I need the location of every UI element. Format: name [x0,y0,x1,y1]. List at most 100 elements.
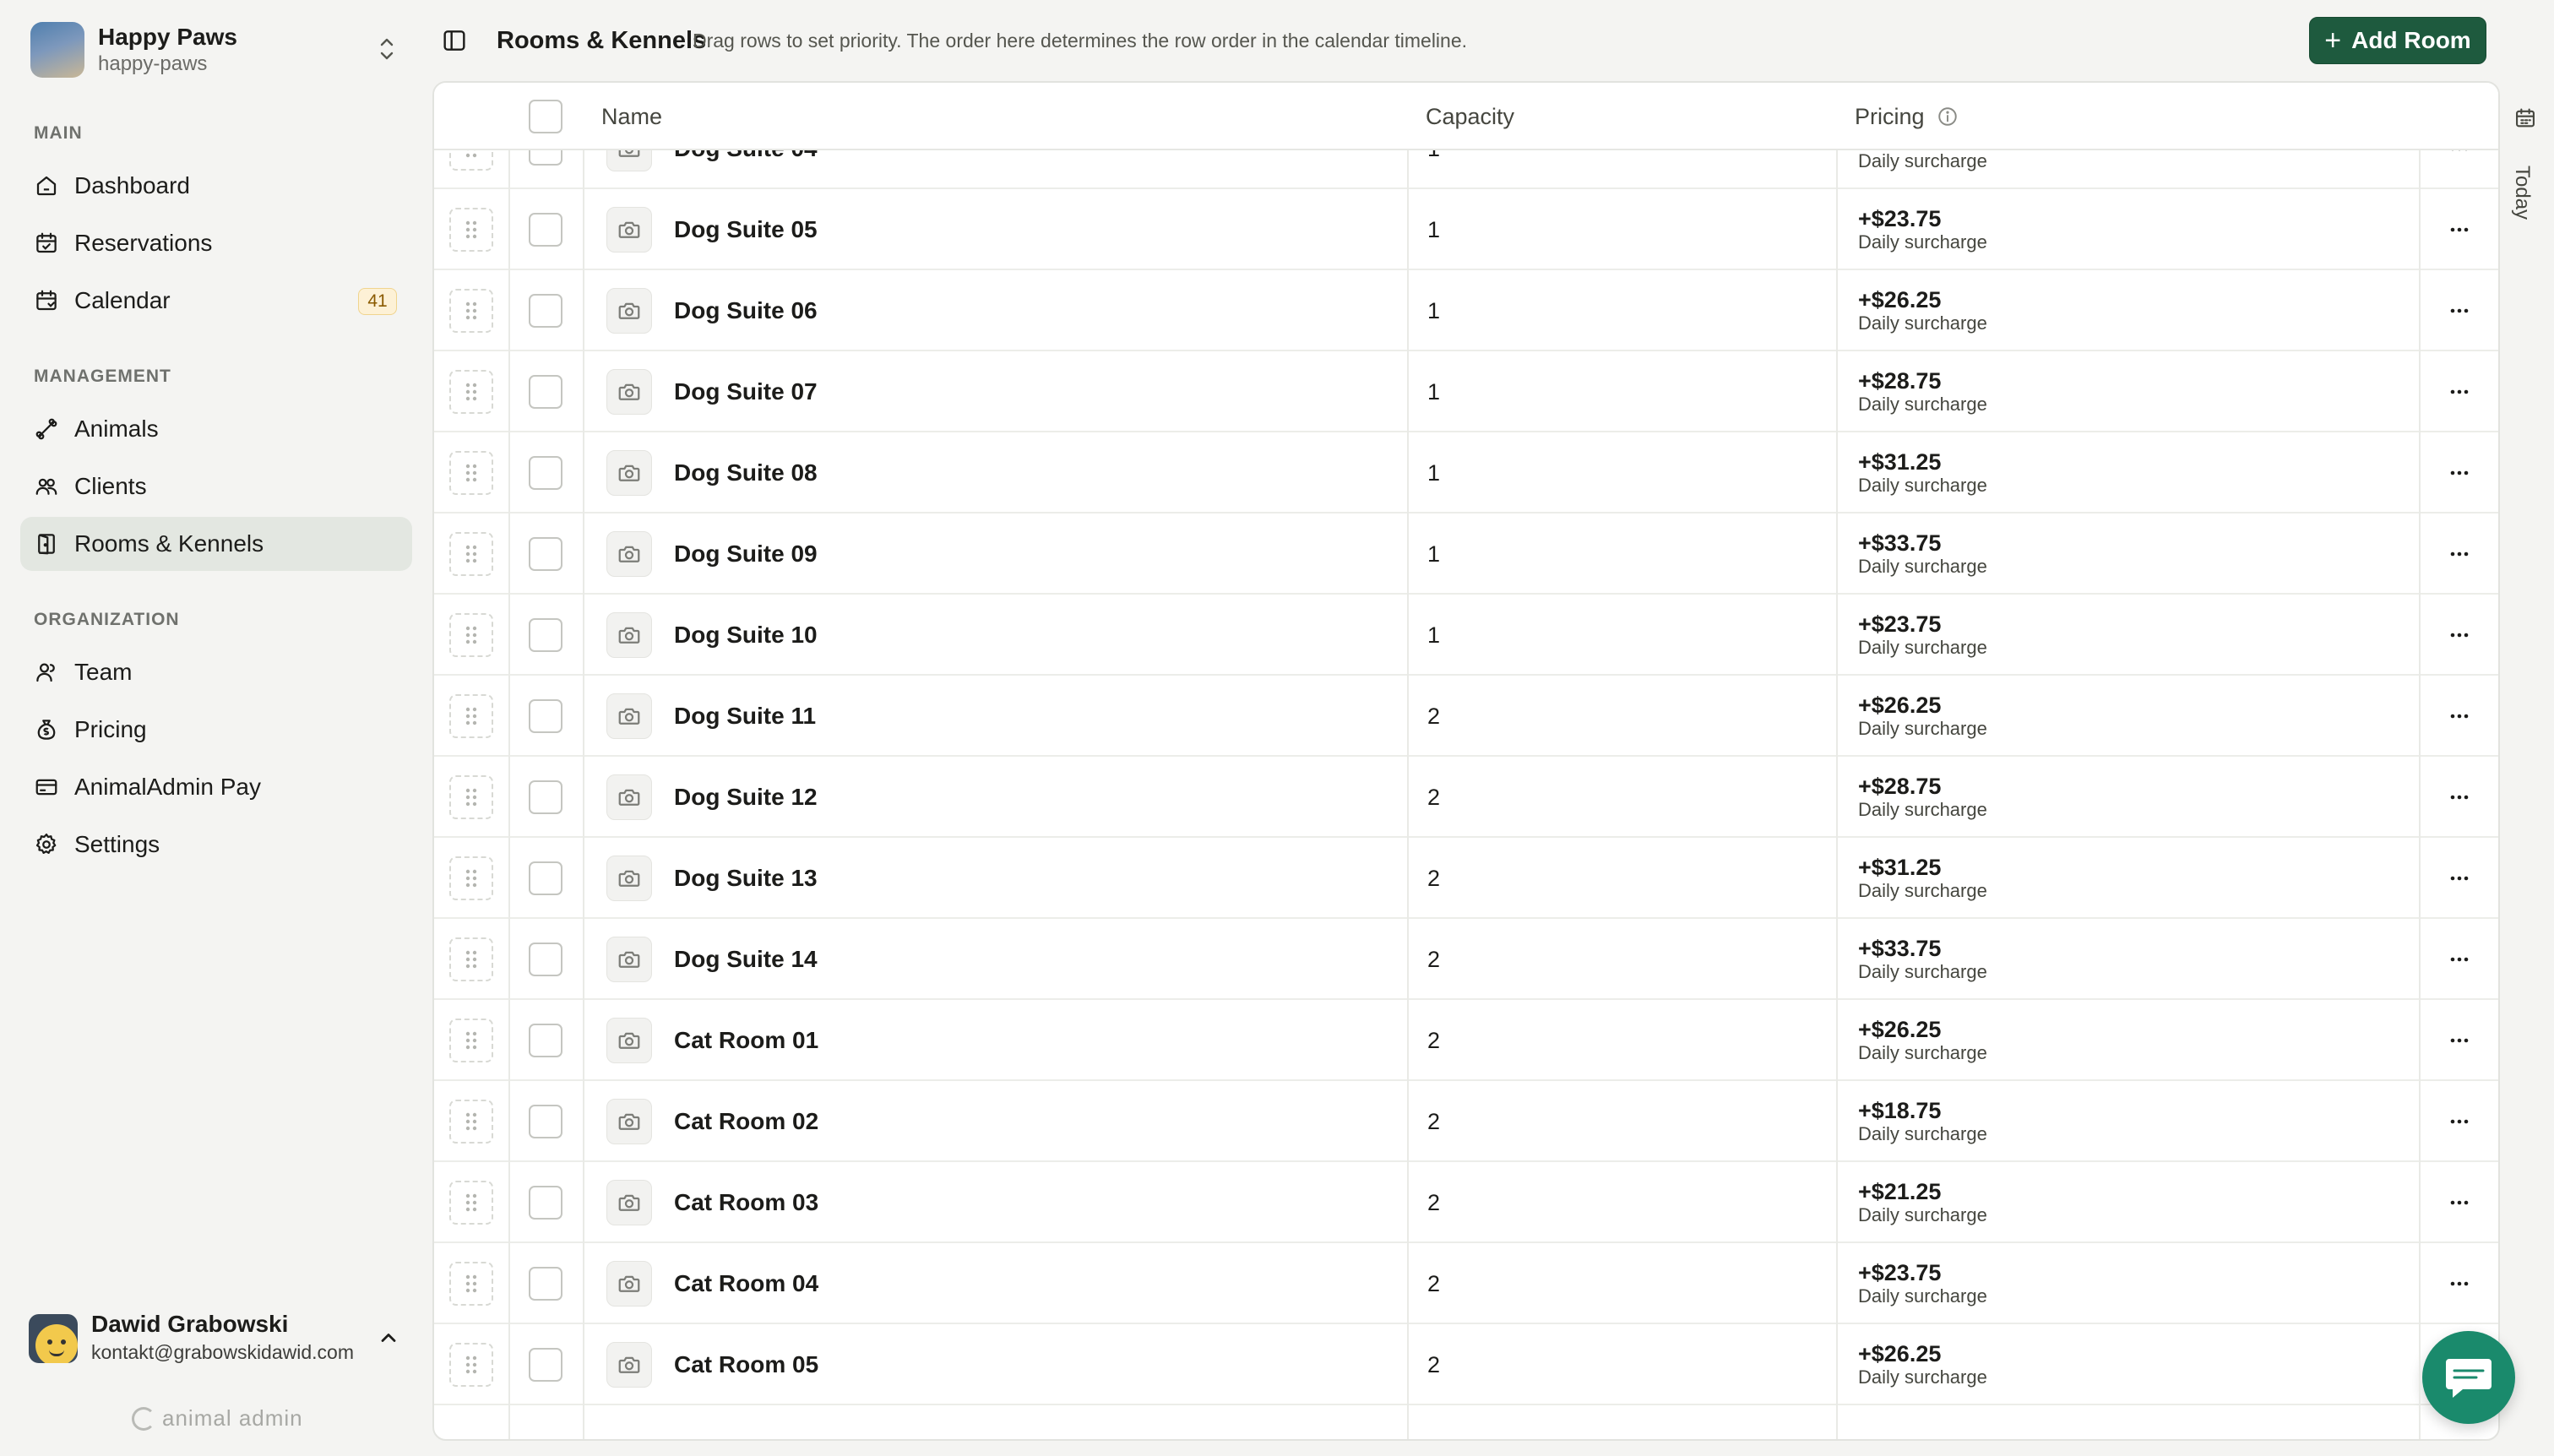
table-row[interactable]: Cat Room 03 2 +$21.25 Daily surcharge [434,1162,2498,1243]
camera-icon[interactable] [606,612,652,658]
drag-handle-icon[interactable] [449,289,493,333]
camera-icon[interactable] [606,369,652,415]
room-name[interactable]: Dog Suite 10 [674,622,818,649]
nav-item-rooms-kennels[interactable]: Rooms & Kennels [20,517,412,571]
org-switcher[interactable]: Happy Paws happy-paws [30,22,402,81]
drag-handle-icon[interactable] [449,937,493,981]
camera-icon[interactable] [606,450,652,496]
camera-icon[interactable] [606,288,652,334]
column-header-pricing[interactable]: Pricing [1855,83,1959,150]
row-checkbox[interactable] [529,294,562,328]
drag-handle-icon[interactable] [449,451,493,495]
more-horizontal-icon[interactable] [2439,939,2480,980]
room-name[interactable]: Cat Room 05 [674,1351,818,1378]
drag-handle-icon[interactable] [449,370,493,414]
more-horizontal-icon[interactable] [2439,615,2480,655]
room-name[interactable]: Cat Room 03 [674,1189,818,1216]
more-horizontal-icon[interactable] [2439,291,2480,331]
table-row[interactable]: Dog Suite 05 1 +$23.75 Daily surcharge [434,189,2498,270]
row-checkbox[interactable] [529,943,562,976]
room-name[interactable]: Dog Suite 07 [674,378,818,405]
more-horizontal-icon[interactable] [2439,1020,2480,1061]
camera-icon[interactable] [606,1099,652,1144]
today-button[interactable]: Today [2510,166,2534,220]
room-name[interactable]: Cat Room 02 [674,1108,818,1135]
calendar-icon[interactable] [2513,106,2537,130]
table-row[interactable]: Cat Room 04 2 +$23.75 Daily surcharge [434,1243,2498,1324]
more-horizontal-icon[interactable] [2439,1263,2480,1304]
table-row[interactable]: Dog Suite 13 2 +$31.25 Daily surcharge [434,838,2498,919]
row-checkbox[interactable] [529,780,562,814]
camera-icon[interactable] [606,1342,652,1388]
drag-handle-icon[interactable] [449,1262,493,1306]
room-name[interactable]: Dog Suite 12 [674,784,818,811]
drag-handle-icon[interactable] [449,775,493,819]
room-name[interactable]: Cat Room 01 [674,1027,818,1054]
select-all-checkbox[interactable] [529,100,562,133]
more-horizontal-icon[interactable] [2439,1101,2480,1142]
camera-icon[interactable] [606,207,652,253]
more-horizontal-icon[interactable] [2439,453,2480,493]
column-header-name[interactable]: Name [601,83,662,150]
user-menu[interactable]: Dawid Grabowski kontakt@grabowskidawid.c… [29,1307,409,1375]
drag-handle-icon[interactable] [449,1343,493,1387]
nav-item-clients[interactable]: Clients [20,459,412,513]
more-horizontal-icon[interactable] [2439,372,2480,412]
drag-handle-icon[interactable] [449,856,493,900]
room-name[interactable]: Dog Suite 08 [674,459,818,486]
chat-button[interactable] [2422,1331,2515,1424]
nav-item-team[interactable]: Team [20,645,412,699]
room-name[interactable]: Dog Suite 06 [674,297,818,324]
room-name[interactable]: Dog Suite 09 [674,541,818,568]
camera-icon[interactable] [606,531,652,577]
camera-icon[interactable] [606,1180,652,1225]
camera-icon[interactable] [606,774,652,820]
table-row[interactable]: Dog Suite 10 1 +$23.75 Daily surcharge [434,595,2498,676]
nav-item-settings[interactable]: Settings [20,818,412,872]
table-row[interactable]: Cat Room 01 2 +$26.25 Daily surcharge [434,1000,2498,1081]
more-horizontal-icon[interactable] [2439,534,2480,574]
nav-item-pricing[interactable]: Pricing [20,703,412,757]
room-name[interactable]: Dog Suite 11 [674,703,816,730]
row-checkbox[interactable] [529,699,562,733]
row-checkbox[interactable] [529,1267,562,1301]
row-checkbox[interactable] [529,1186,562,1220]
row-checkbox[interactable] [529,861,562,895]
row-checkbox[interactable] [529,1024,562,1057]
row-checkbox[interactable] [529,1105,562,1138]
camera-icon[interactable] [606,1261,652,1307]
row-checkbox[interactable] [529,213,562,247]
table-row[interactable]: Dog Suite 11 2 +$26.25 Daily surcharge [434,676,2498,757]
table-row[interactable]: Dog Suite 09 1 +$33.75 Daily surcharge [434,513,2498,595]
table-row[interactable]: Cat Room 02 2 +$18.75 Daily surcharge [434,1081,2498,1162]
chevrons-up-down-icon[interactable] [377,35,397,62]
drag-handle-icon[interactable] [449,532,493,576]
drag-handle-icon[interactable] [449,208,493,252]
table-row[interactable]: Cat Room 05 2 +$26.25 Daily surcharge [434,1324,2498,1405]
chevron-up-icon[interactable] [377,1326,400,1350]
more-horizontal-icon[interactable] [2439,777,2480,818]
camera-icon[interactable] [606,856,652,901]
drag-handle-icon[interactable] [449,1019,493,1062]
room-name[interactable]: Dog Suite 13 [674,865,818,892]
camera-icon[interactable] [606,1018,652,1063]
drag-handle-icon[interactable] [449,1100,493,1144]
table-row[interactable]: Dog Suite 08 1 +$31.25 Daily surcharge [434,432,2498,513]
more-horizontal-icon[interactable] [2439,209,2480,250]
camera-icon[interactable] [606,937,652,982]
info-icon[interactable] [1937,106,1959,128]
nav-item-animals[interactable]: Animals [20,402,412,456]
room-name[interactable]: Cat Room 04 [674,1270,818,1297]
table-row[interactable]: Dog Suite 06 1 +$26.25 Daily surcharge [434,270,2498,351]
row-checkbox[interactable] [529,1348,562,1382]
more-horizontal-icon[interactable] [2439,696,2480,736]
more-horizontal-icon[interactable] [2439,1182,2480,1223]
room-name[interactable]: Dog Suite 05 [674,216,818,243]
room-name[interactable]: Dog Suite 14 [674,946,818,973]
drag-handle-icon[interactable] [449,1181,493,1225]
nav-item-animaladmin-pay[interactable]: AnimalAdmin Pay [20,760,412,814]
row-checkbox[interactable] [529,618,562,652]
row-checkbox[interactable] [529,456,562,490]
more-horizontal-icon[interactable] [2439,858,2480,899]
camera-icon[interactable] [606,693,652,739]
